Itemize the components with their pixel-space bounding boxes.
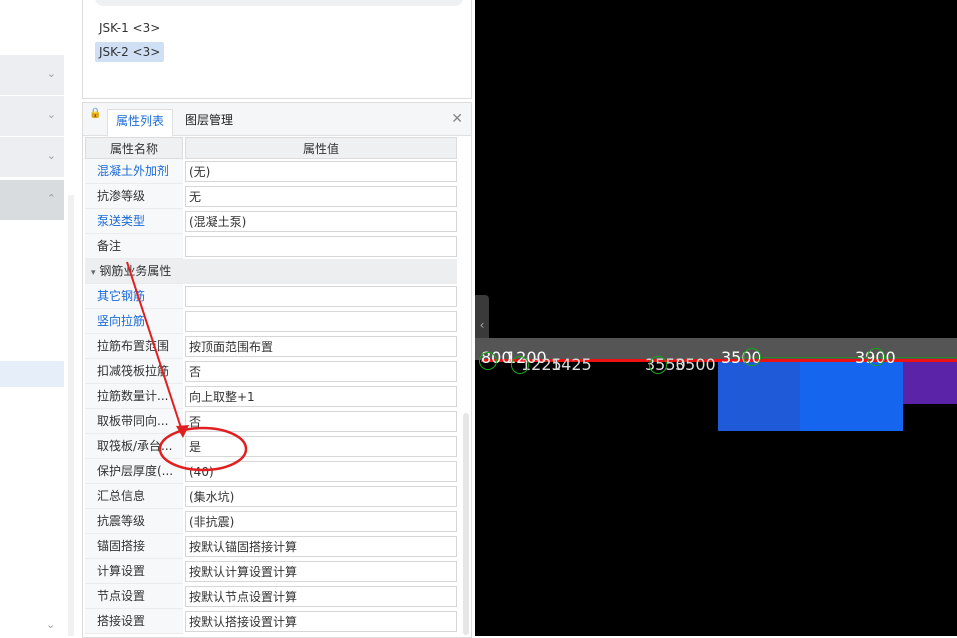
table-row[interactable]: 保护层厚度(... (40): [85, 459, 457, 484]
table-row[interactable]: 混凝土外加剂 (无): [85, 159, 457, 184]
nav-section-3[interactable]: ⌄: [0, 137, 64, 178]
table-row[interactable]: 竖向拉筋: [85, 309, 457, 334]
row-name: 扣减筏板拉筋: [85, 359, 183, 384]
nav-section-4[interactable]: ⌃: [0, 180, 64, 221]
panel-header-cap: [95, 0, 463, 6]
row-value[interactable]: (40): [185, 461, 457, 482]
chevron-down-icon: ⌄: [46, 149, 56, 162]
row-name: 备注: [85, 234, 183, 259]
row-value[interactable]: [185, 286, 457, 307]
row-name: 拉筋布置范围: [85, 334, 183, 359]
row-name[interactable]: 混凝土外加剂: [85, 159, 183, 184]
tab-layer-management[interactable]: 图层管理: [177, 109, 241, 135]
table-row[interactable]: 抗震等级 (非抗震): [85, 509, 457, 534]
table-row[interactable]: 锚固搭接 按默认锚固搭接计算: [85, 534, 457, 559]
pit-block[interactable]: [718, 361, 800, 431]
table-row[interactable]: 拉筋数量计... 向上取整+1: [85, 384, 457, 409]
axis-marker: [511, 356, 529, 374]
table-row[interactable]: 拉筋布置范围 按顶面范围布置: [85, 334, 457, 359]
column-header-name: 属性名称: [85, 137, 183, 159]
nav-scrollbar[interactable]: [68, 195, 74, 636]
axis-marker: [649, 356, 667, 374]
properties-panel: 🔒 属性列表 图层管理 ✕ 属性名称 属性值 混凝土外加剂 (无) 抗渗等级 无…: [82, 102, 472, 638]
table-row[interactable]: 备注: [85, 234, 457, 259]
row-value[interactable]: 否: [185, 411, 457, 432]
row-value[interactable]: [185, 311, 457, 332]
row-value[interactable]: 按默认计算设置计算: [185, 561, 457, 582]
group-row[interactable]: ▾ 钢筋业务属性: [85, 259, 457, 284]
table-row[interactable]: 节点设置 按默认节点设置计算: [85, 584, 457, 609]
row-name: 计算设置: [85, 559, 183, 584]
row-name: 抗震等级: [85, 509, 183, 534]
row-name: 取板带同向...: [85, 409, 183, 434]
dimension-label: 3500: [675, 355, 716, 374]
row-name[interactable]: 泵送类型: [85, 209, 183, 234]
row-value[interactable]: 按默认搭接设置计算: [185, 611, 457, 632]
row-name: 保护层厚度(...: [85, 459, 183, 484]
close-icon[interactable]: ✕: [451, 111, 463, 127]
left-navigation: ⌄ ⌄ ⌄ ⌃ ⌄: [0, 0, 80, 636]
list-item[interactable]: JSK-1 <3>: [95, 18, 164, 38]
column-header-value: 属性值: [185, 137, 457, 159]
row-value[interactable]: (非抗震): [185, 511, 457, 532]
panel-tabs: 🔒 属性列表 图层管理 ✕: [83, 103, 471, 137]
row-value[interactable]: 按顶面范围布置: [185, 336, 457, 357]
row-name: 抗渗等级: [85, 184, 183, 209]
dimension-label: 1425: [551, 355, 592, 374]
nav-selected-item[interactable]: [0, 361, 64, 387]
table-row[interactable]: 计算设置 按默认计算设置计算: [85, 559, 457, 584]
row-name: 节点设置: [85, 584, 183, 609]
chevron-up-icon: ⌃: [46, 192, 56, 205]
tab-property-list[interactable]: 属性列表: [107, 109, 174, 137]
row-name[interactable]: 竖向拉筋: [85, 309, 183, 334]
chevron-down-icon: ⌄: [46, 618, 56, 631]
table-row[interactable]: 扣减筏板拉筋 否: [85, 359, 457, 384]
group-header[interactable]: ▾ 钢筋业务属性: [85, 259, 457, 284]
row-value[interactable]: 按默认节点设置计算: [185, 586, 457, 607]
row-name: 锚固搭接: [85, 534, 183, 559]
table-row[interactable]: 抗渗等级 无: [85, 184, 457, 209]
row-name: 取筏板/承台...: [85, 434, 183, 459]
row-value[interactable]: 无: [185, 186, 457, 207]
row-value[interactable]: (集水坑): [185, 486, 457, 507]
row-name[interactable]: 其它钢筋: [85, 284, 183, 309]
list-item-selected[interactable]: JSK-2 <3>: [95, 42, 165, 62]
component-list-panel: JSK-1 <3> JSK-2 <3>: [82, 0, 472, 99]
drawing-canvas[interactable]: ‹ 800 1200 1225 1425 3500 3550 3500 3900: [475, 0, 957, 636]
properties-scrollbar[interactable]: [463, 413, 469, 635]
row-value[interactable]: (混凝土泵): [185, 211, 457, 232]
axis-line: [735, 357, 957, 358]
row-value[interactable]: 是: [185, 436, 457, 457]
group-label: 钢筋业务属性: [99, 264, 172, 278]
table-row[interactable]: 泵送类型 (混凝土泵): [85, 209, 457, 234]
slab-block[interactable]: [903, 361, 957, 404]
nav-section-1[interactable]: ⌄: [0, 55, 64, 96]
lock-icon[interactable]: 🔒: [89, 109, 101, 129]
caret-down-icon: ▾: [91, 268, 96, 278]
row-value[interactable]: (无): [185, 161, 457, 182]
table-row[interactable]: 其它钢筋: [85, 284, 457, 309]
row-name: 搭接设置: [85, 609, 183, 634]
chevron-down-icon: ⌄: [46, 67, 56, 80]
row-value[interactable]: [185, 236, 457, 257]
row-name: 汇总信息: [85, 484, 183, 509]
table-row[interactable]: 搭接设置 按默认搭接设置计算: [85, 609, 457, 634]
chevron-down-icon: ⌄: [46, 108, 56, 121]
pit-block[interactable]: [800, 361, 903, 431]
table-row[interactable]: 取板带同向... 否: [85, 409, 457, 434]
row-name: 拉筋数量计...: [85, 384, 183, 409]
row-value[interactable]: 否: [185, 361, 457, 382]
row-value[interactable]: 向上取整+1: [185, 386, 457, 407]
axis-marker: [743, 348, 761, 366]
table-row[interactable]: 汇总信息 (集水坑): [85, 484, 457, 509]
nav-section-2[interactable]: ⌄: [0, 96, 64, 137]
table-row[interactable]: 取筏板/承台... 是: [85, 434, 457, 459]
row-value[interactable]: 按默认锚固搭接计算: [185, 536, 457, 557]
axis-marker: [479, 352, 497, 370]
axis-marker: [867, 348, 885, 366]
